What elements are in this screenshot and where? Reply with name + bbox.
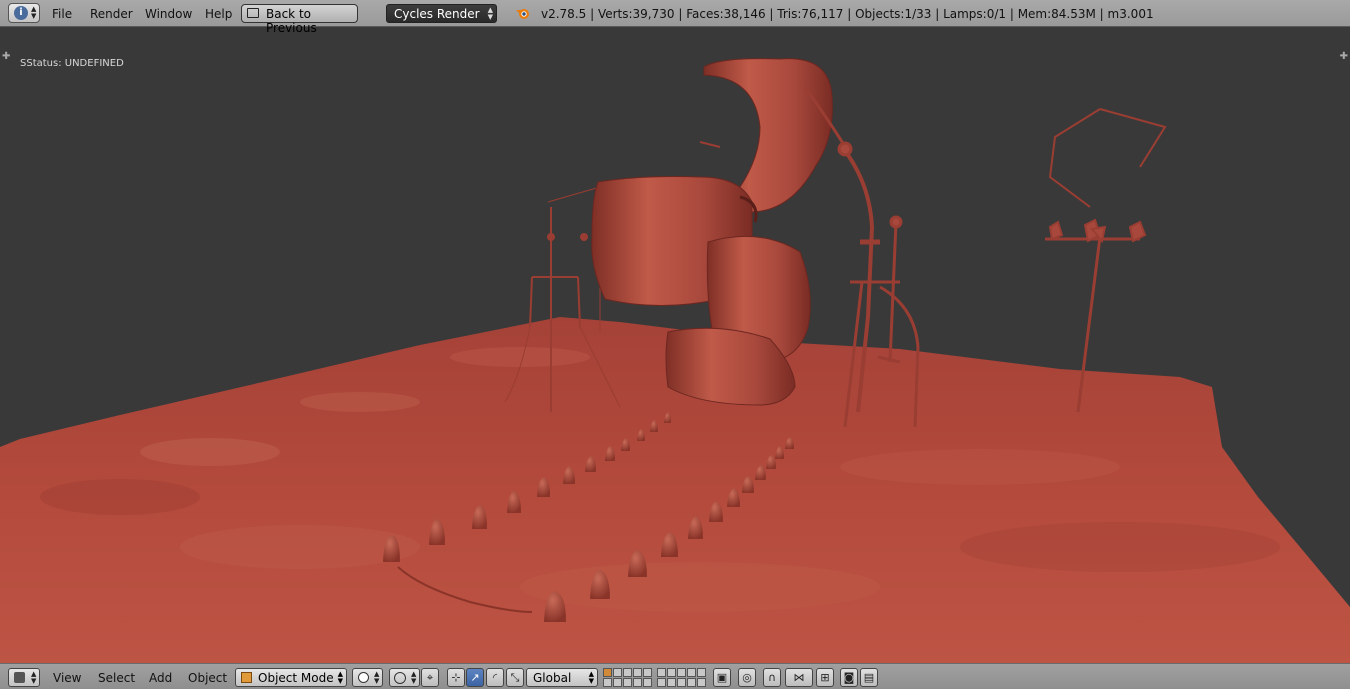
dropdown-arrows-icon: ▲ ▼	[337, 670, 343, 685]
back-to-previous-button[interactable]: Back to Previous	[241, 4, 358, 35]
viewport-status: SStatus: UNDEFINED	[20, 58, 124, 69]
editor-type-button[interactable]: i ▲ ▼	[8, 3, 40, 23]
render-still-icon[interactable]: ◙	[840, 668, 858, 687]
scale-manipulator-icon[interactable]: ⤡	[506, 668, 524, 687]
solid-shading-icon	[358, 672, 369, 683]
layer-button[interactable]	[667, 678, 676, 687]
menu-file[interactable]: File	[52, 7, 72, 21]
updown-arrows-icon: ▲ ▼	[411, 670, 417, 685]
region-toggle-left-icon[interactable]: ✚	[2, 51, 10, 62]
orientation-label: Global	[533, 671, 572, 685]
updown-arrows-icon: ▲ ▼	[374, 670, 380, 685]
3d-viewport[interactable]: SStatus: UNDEFINED ✚ ✚	[0, 27, 1350, 663]
transform-orientation-dropdown[interactable]: Global ▲ ▼	[526, 668, 598, 687]
layer-button[interactable]	[677, 668, 686, 677]
layer-button[interactable]	[643, 678, 652, 687]
menu-help[interactable]: Help	[205, 7, 232, 21]
scene-render	[0, 58, 1350, 663]
lamp-post	[1045, 108, 1167, 413]
updown-arrows-icon: ▲ ▼	[31, 670, 37, 685]
layer-button[interactable]	[687, 678, 696, 687]
layer-buttons-group-1[interactable]	[603, 668, 652, 687]
lock-layers-icon[interactable]: ▣	[713, 668, 731, 687]
menu-add[interactable]: Add	[149, 671, 172, 685]
layer-button[interactable]	[677, 678, 686, 687]
layer-button[interactable]	[623, 668, 632, 677]
render-engine-label: Cycles Render	[394, 7, 480, 21]
layer-button[interactable]	[633, 668, 642, 677]
menu-window[interactable]: Window	[145, 7, 192, 21]
dropdown-arrows-icon: ▲ ▼	[588, 670, 594, 685]
info-icon: i	[14, 6, 28, 20]
region-toggle-right-icon[interactable]: ✚	[1340, 51, 1348, 62]
3d-view-header: ▲ ▼ View Select Add Object Object Mode ▲ ▼…	[0, 663, 1350, 689]
layer-button[interactable]	[657, 678, 666, 687]
manipulator-toggle-icon[interactable]: ⌖	[421, 668, 439, 687]
updown-arrows-icon: ▲ ▼	[31, 5, 37, 20]
translate-manipulator-icon[interactable]: ↗	[466, 668, 484, 687]
layer-button[interactable]	[603, 668, 612, 677]
layer-button[interactable]	[633, 678, 642, 687]
dropdown-arrows-icon: ▲ ▼	[487, 6, 493, 21]
layer-button[interactable]	[657, 668, 666, 677]
pivot-icon	[394, 672, 406, 684]
menu-view[interactable]: View	[53, 671, 81, 685]
rotate-manipulator-icon[interactable]: ◜	[486, 668, 504, 687]
snap-element-dropdown[interactable]: ⋈	[785, 668, 813, 687]
viewport-shading-dropdown[interactable]: ▲ ▼	[352, 668, 383, 687]
layer-button[interactable]	[697, 668, 706, 677]
mode-dropdown[interactable]: Object Mode ▲ ▼	[235, 668, 347, 687]
snap-toggle-icon[interactable]: ∩	[763, 668, 781, 687]
layer-button[interactable]	[613, 668, 622, 677]
proportional-editing-icon[interactable]: ◎	[738, 668, 756, 687]
3d-view-icon	[14, 672, 25, 683]
menu-object[interactable]: Object	[188, 671, 227, 685]
render-engine-dropdown[interactable]: Cycles Render ▲ ▼	[386, 4, 497, 23]
layer-button[interactable]	[697, 678, 706, 687]
layer-button[interactable]	[643, 668, 652, 677]
layer-button[interactable]	[623, 678, 632, 687]
info-header: i ▲ ▼ File Render Window Help Back to Pre…	[0, 0, 1350, 35]
scene-statistics: v2.78.5 | Verts:39,730 | Faces:38,146 | …	[541, 7, 1154, 21]
pivot-point-dropdown[interactable]: ▲ ▼	[389, 668, 420, 687]
layer-button[interactable]	[687, 668, 696, 677]
layer-button[interactable]	[667, 668, 676, 677]
editor-type-button-3d[interactable]: ▲ ▼	[8, 668, 40, 687]
blender-logo-icon	[516, 9, 529, 19]
menu-render[interactable]: Render	[90, 7, 133, 21]
snap-target-icon[interactable]: ⊞	[816, 668, 834, 687]
object-mode-icon	[241, 672, 252, 683]
mode-label: Object Mode	[258, 671, 334, 685]
transform-manipulator-icon[interactable]: ⊹	[447, 668, 465, 687]
screen-back-icon	[247, 8, 259, 18]
render-animation-icon[interactable]: ▤	[860, 668, 878, 687]
layer-button[interactable]	[603, 678, 612, 687]
menu-select[interactable]: Select	[98, 671, 135, 685]
layer-buttons-group-2[interactable]	[657, 668, 706, 687]
layer-button[interactable]	[613, 678, 622, 687]
